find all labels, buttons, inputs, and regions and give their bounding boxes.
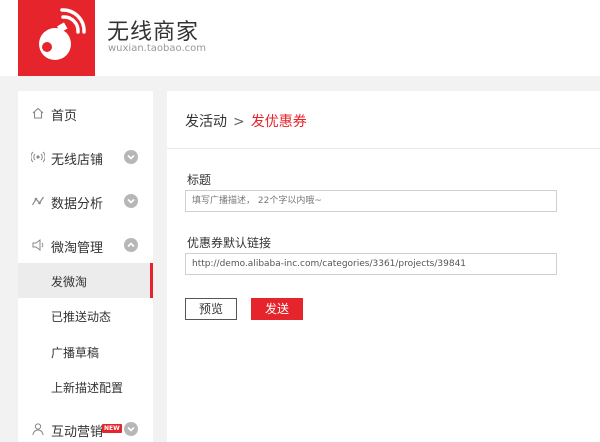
sidebar-subitem-pushed[interactable]: 已推送动态 xyxy=(18,298,153,333)
chevron-down-icon[interactable] xyxy=(124,422,138,436)
speaker-icon xyxy=(32,239,44,251)
sidebar-subitem-label: 广播草稿 xyxy=(51,346,100,360)
title-input[interactable]: 填写广播描述， 22个字以内哦~ xyxy=(185,190,557,212)
sidebar-item-wireless-shop[interactable]: 无线店铺 xyxy=(18,139,153,175)
sidebar-item-label: 数据分析 xyxy=(51,197,104,212)
breadcrumb: 发活动 > 发优惠券 xyxy=(185,111,307,131)
sidebar-subitem-new-desc[interactable]: 上新描述配置 xyxy=(18,369,153,404)
sidebar-item-label: 首页 xyxy=(51,109,78,124)
coupon-link-input[interactable]: http://demo.alibaba-inc.com/categories/3… xyxy=(185,253,557,275)
sidebar-item-label: 微淘管理 xyxy=(51,241,104,256)
chevron-up-icon[interactable] xyxy=(124,238,138,252)
breadcrumb-parent[interactable]: 发活动 xyxy=(185,114,227,130)
new-badge: NEW xyxy=(102,424,122,433)
link-field-label: 优惠券默认链接 xyxy=(187,236,272,250)
sidebar-item-label: 互动营销 xyxy=(51,425,104,440)
header: 无线商家 wuxian.taobao.com xyxy=(0,0,600,76)
breadcrumb-current: 发优惠券 xyxy=(250,114,307,130)
brand-subtitle: wuxian.taobao.com xyxy=(108,43,206,54)
wireless-icon xyxy=(31,151,45,163)
home-icon xyxy=(32,107,44,119)
sidebar-item-analytics[interactable]: 数据分析 xyxy=(18,183,153,219)
main-panel: 发活动 > 发优惠券 标题 填写广播描述， 22个字以内哦~ 优惠券默认链接 htt… xyxy=(167,91,600,442)
sidebar-subitem-post-weitao[interactable]: 发微淘 xyxy=(18,263,153,298)
logo[interactable] xyxy=(18,0,95,76)
active-indicator xyxy=(150,263,153,298)
brand-title: 无线商家 xyxy=(107,20,200,45)
sidebar-subitem-label: 已推送动态 xyxy=(51,310,112,324)
sidebar-subitem-label: 上新描述配置 xyxy=(51,381,124,395)
preview-button[interactable]: 预览 xyxy=(185,298,237,320)
sidebar-item-marketing[interactable]: 互动营销 NEW xyxy=(18,411,153,442)
sidebar-subitem-label: 发微淘 xyxy=(51,275,88,289)
breadcrumb-separator: > xyxy=(233,114,245,130)
sidebar-item-label: 无线店铺 xyxy=(51,153,104,168)
sidebar-item-home[interactable]: 首页 xyxy=(18,95,153,131)
chevron-down-icon[interactable] xyxy=(124,150,138,164)
sidebar-subitem-drafts[interactable]: 广播草稿 xyxy=(18,334,153,369)
title-field-label: 标题 xyxy=(187,173,212,187)
chevron-down-icon[interactable] xyxy=(124,194,138,208)
sidebar-item-weitao[interactable]: 微淘管理 xyxy=(18,227,153,263)
divider xyxy=(167,148,600,149)
user-icon xyxy=(32,423,44,436)
send-button[interactable]: 发送 xyxy=(251,298,303,320)
wifi-bomb-logo-icon xyxy=(39,8,86,60)
analytics-icon xyxy=(31,196,44,206)
sidebar: 首页 无线店铺 数据分析 微淘管理 发微淘 已推送动态 广播草稿 上新描述配置 … xyxy=(18,91,153,442)
